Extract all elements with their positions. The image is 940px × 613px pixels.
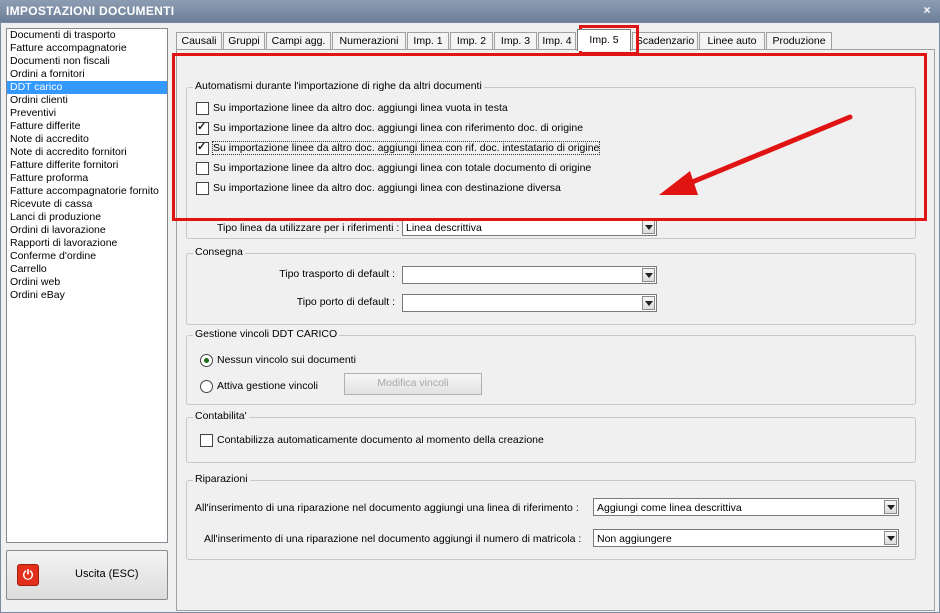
automatismi-checkbox-row[interactable]: Su importazione linee da altro doc. aggi…	[196, 160, 591, 176]
checkbox-label: Su importazione linee da altro doc. aggi…	[213, 122, 584, 134]
sidebar-item[interactable]: Ordini web	[7, 276, 167, 289]
riparazione-matricola-select[interactable]: Non aggiungere	[593, 529, 899, 547]
sidebar-item[interactable]: Fatture differite fornitori	[7, 159, 167, 172]
contabilizza-checkbox-row[interactable]: Contabilizza automaticamente documento a…	[200, 432, 544, 448]
tab-gruppi[interactable]: Gruppi	[223, 32, 265, 50]
riparazioni-legend: Riparazioni	[193, 473, 250, 485]
contabilita-legend: Contabilita'	[193, 410, 249, 422]
sidebar-item[interactable]: Carrello	[7, 263, 167, 276]
sidebar-item[interactable]: Ordini di lavorazione	[7, 224, 167, 237]
riparazione-riferimento-label: All'inserimento di una riparazione nel d…	[195, 502, 579, 514]
consegna-legend: Consegna	[193, 246, 245, 258]
chevron-down-icon	[884, 500, 897, 514]
radio-button[interactable]	[200, 353, 213, 367]
main-window: Documenti di trasporto Fatture accompagna…	[0, 22, 940, 613]
window-title: IMPOSTAZIONI DOCUMENTI	[6, 4, 175, 18]
checkbox[interactable]	[196, 120, 209, 135]
contabilita-group: Contabilita' Contabilizza automaticament…	[186, 410, 916, 463]
checkbox[interactable]	[196, 101, 209, 115]
sidebar-item[interactable]: Conferme d'ordine	[7, 250, 167, 263]
tab-strip: Causali Gruppi Campi agg. Numerazioni Imp. 1…	[176, 29, 936, 51]
sidebar-item[interactable]: Ordini eBay	[7, 289, 167, 302]
tab-imp-4[interactable]: Imp. 4	[538, 32, 576, 50]
sidebar-item[interactable]: Fatture accompagnatorie	[7, 42, 167, 55]
sidebar-item[interactable]: Ordini a fornitori	[7, 68, 167, 81]
tab-scadenzario[interactable]: Scadenzario	[632, 32, 698, 50]
riparazioni-group: Riparazioni All'inserimento di una ripar…	[186, 473, 916, 560]
tipo-linea-label: Tipo linea da utilizzare per i riferimen…	[217, 222, 400, 234]
checkbox-label: Su importazione linee da altro doc. aggi…	[213, 182, 561, 194]
chevron-down-icon	[884, 531, 897, 545]
automatismi-checkbox-row[interactable]: Su importazione linee da altro doc. aggi…	[196, 120, 583, 136]
radio-nessun-vincolo-label: Nessun vincolo sui documenti	[217, 354, 356, 366]
vincoli-group: Gestione vincoli DDT CARICO Nessun vinco…	[186, 328, 916, 405]
checkbox-label: Su importazione linee da altro doc. aggi…	[211, 141, 601, 155]
sidebar-item[interactable]: Ordini clienti	[7, 94, 167, 107]
automatismi-legend: Automatismi durante l'importazione di ri…	[193, 80, 484, 92]
tab-imp-3[interactable]: Imp. 3	[494, 32, 537, 50]
sidebar-item[interactable]: Lanci di produzione	[7, 211, 167, 224]
tab-campi-agg[interactable]: Campi agg.	[266, 32, 331, 50]
sidebar-item[interactable]: Note di accredito fornitori	[7, 146, 167, 159]
contabilizza-checkbox[interactable]	[200, 433, 213, 447]
checkbox[interactable]	[196, 181, 209, 195]
tipo-linea-value: Linea descrittiva	[406, 222, 482, 234]
sidebar-item[interactable]: Documenti non fiscali	[7, 55, 167, 68]
automatismi-checkbox-row[interactable]: Su importazione linee da altro doc. aggi…	[196, 180, 561, 196]
tipo-linea-select[interactable]: Linea descrittiva	[402, 218, 657, 236]
sidebar-item[interactable]: Rapporti di lavorazione	[7, 237, 167, 250]
radio-attiva-vincoli[interactable]: Attiva gestione vincoli	[200, 378, 318, 394]
riparazione-matricola-label: All'inserimento di una riparazione nel d…	[204, 533, 582, 545]
tab-panel-imp5: Automatismi durante l'importazione di ri…	[176, 49, 935, 611]
tab-produzione[interactable]: Produzione	[766, 32, 832, 50]
tab-numerazioni[interactable]: Numerazioni	[332, 32, 406, 50]
radio-attiva-vincoli-label: Attiva gestione vincoli	[217, 380, 318, 392]
exit-button[interactable]: ⏻ Uscita (ESC)	[6, 550, 168, 600]
sidebar-item[interactable]: Note di accredito	[7, 133, 167, 146]
exit-button-label: Uscita (ESC)	[75, 568, 139, 580]
chevron-down-icon	[642, 220, 655, 234]
sidebar-item[interactable]: Fatture differite	[7, 120, 167, 133]
tab-imp-2[interactable]: Imp. 2	[450, 32, 493, 50]
title-bar: IMPOSTAZIONI DOCUMENTI ×	[0, 0, 940, 23]
riparazione-riferimento-select[interactable]: Aggiungi come linea descrittiva	[593, 498, 899, 516]
automatismi-checkbox-row[interactable]: Su importazione linee da altro doc. aggi…	[196, 100, 508, 116]
close-icon[interactable]: ×	[920, 3, 934, 17]
tipo-trasporto-label: Tipo trasporto di default :	[279, 268, 395, 280]
sidebar-item[interactable]: Fatture accompagnatorie fornito	[7, 185, 167, 198]
tipo-trasporto-select[interactable]	[402, 266, 657, 284]
consegna-group: Consegna Tipo trasporto di default : Tip…	[186, 246, 916, 325]
riparazione-riferimento-value: Aggiungi come linea descrittiva	[597, 502, 742, 514]
sidebar-item[interactable]: Documenti di trasporto	[7, 29, 167, 42]
power-icon: ⏻	[17, 564, 39, 586]
tipo-porto-select[interactable]	[402, 294, 657, 312]
tab-causali[interactable]: Causali	[176, 32, 222, 50]
automatismi-group: Automatismi durante l'importazione di ri…	[186, 80, 916, 239]
checkbox-label: Su importazione linee da altro doc. aggi…	[213, 102, 508, 114]
radio-button[interactable]	[200, 379, 213, 393]
checkbox-label: Su importazione linee da altro doc. aggi…	[213, 162, 592, 174]
sidebar-item[interactable]: Fatture proforma	[7, 172, 167, 185]
tab-imp-1[interactable]: Imp. 1	[407, 32, 449, 50]
contabilizza-label: Contabilizza automaticamente documento a…	[217, 434, 544, 446]
chevron-down-icon	[642, 268, 655, 282]
tipo-porto-label: Tipo porto di default :	[296, 296, 395, 308]
checkbox[interactable]	[196, 140, 209, 155]
sidebar-item[interactable]: Ricevute di cassa	[7, 198, 167, 211]
sidebar-item[interactable]: Preventivi	[7, 107, 167, 120]
vincoli-legend: Gestione vincoli DDT CARICO	[193, 328, 340, 340]
automatismi-checkbox-row[interactable]: Su importazione linee da altro doc. aggi…	[196, 140, 601, 156]
tab-linee-auto[interactable]: Linee auto	[699, 32, 765, 50]
document-type-list[interactable]: Documenti di trasporto Fatture accompagna…	[6, 28, 168, 543]
riparazione-matricola-value: Non aggiungere	[597, 533, 672, 545]
tab-imp-5[interactable]: Imp. 5	[577, 29, 631, 51]
checkbox[interactable]	[196, 161, 209, 175]
radio-nessun-vincolo[interactable]: Nessun vincolo sui documenti	[200, 352, 356, 368]
modifica-vincoli-button: Modifica vincoli	[344, 373, 482, 395]
sidebar-item[interactable]: DDT carico	[7, 81, 167, 94]
chevron-down-icon	[642, 296, 655, 310]
